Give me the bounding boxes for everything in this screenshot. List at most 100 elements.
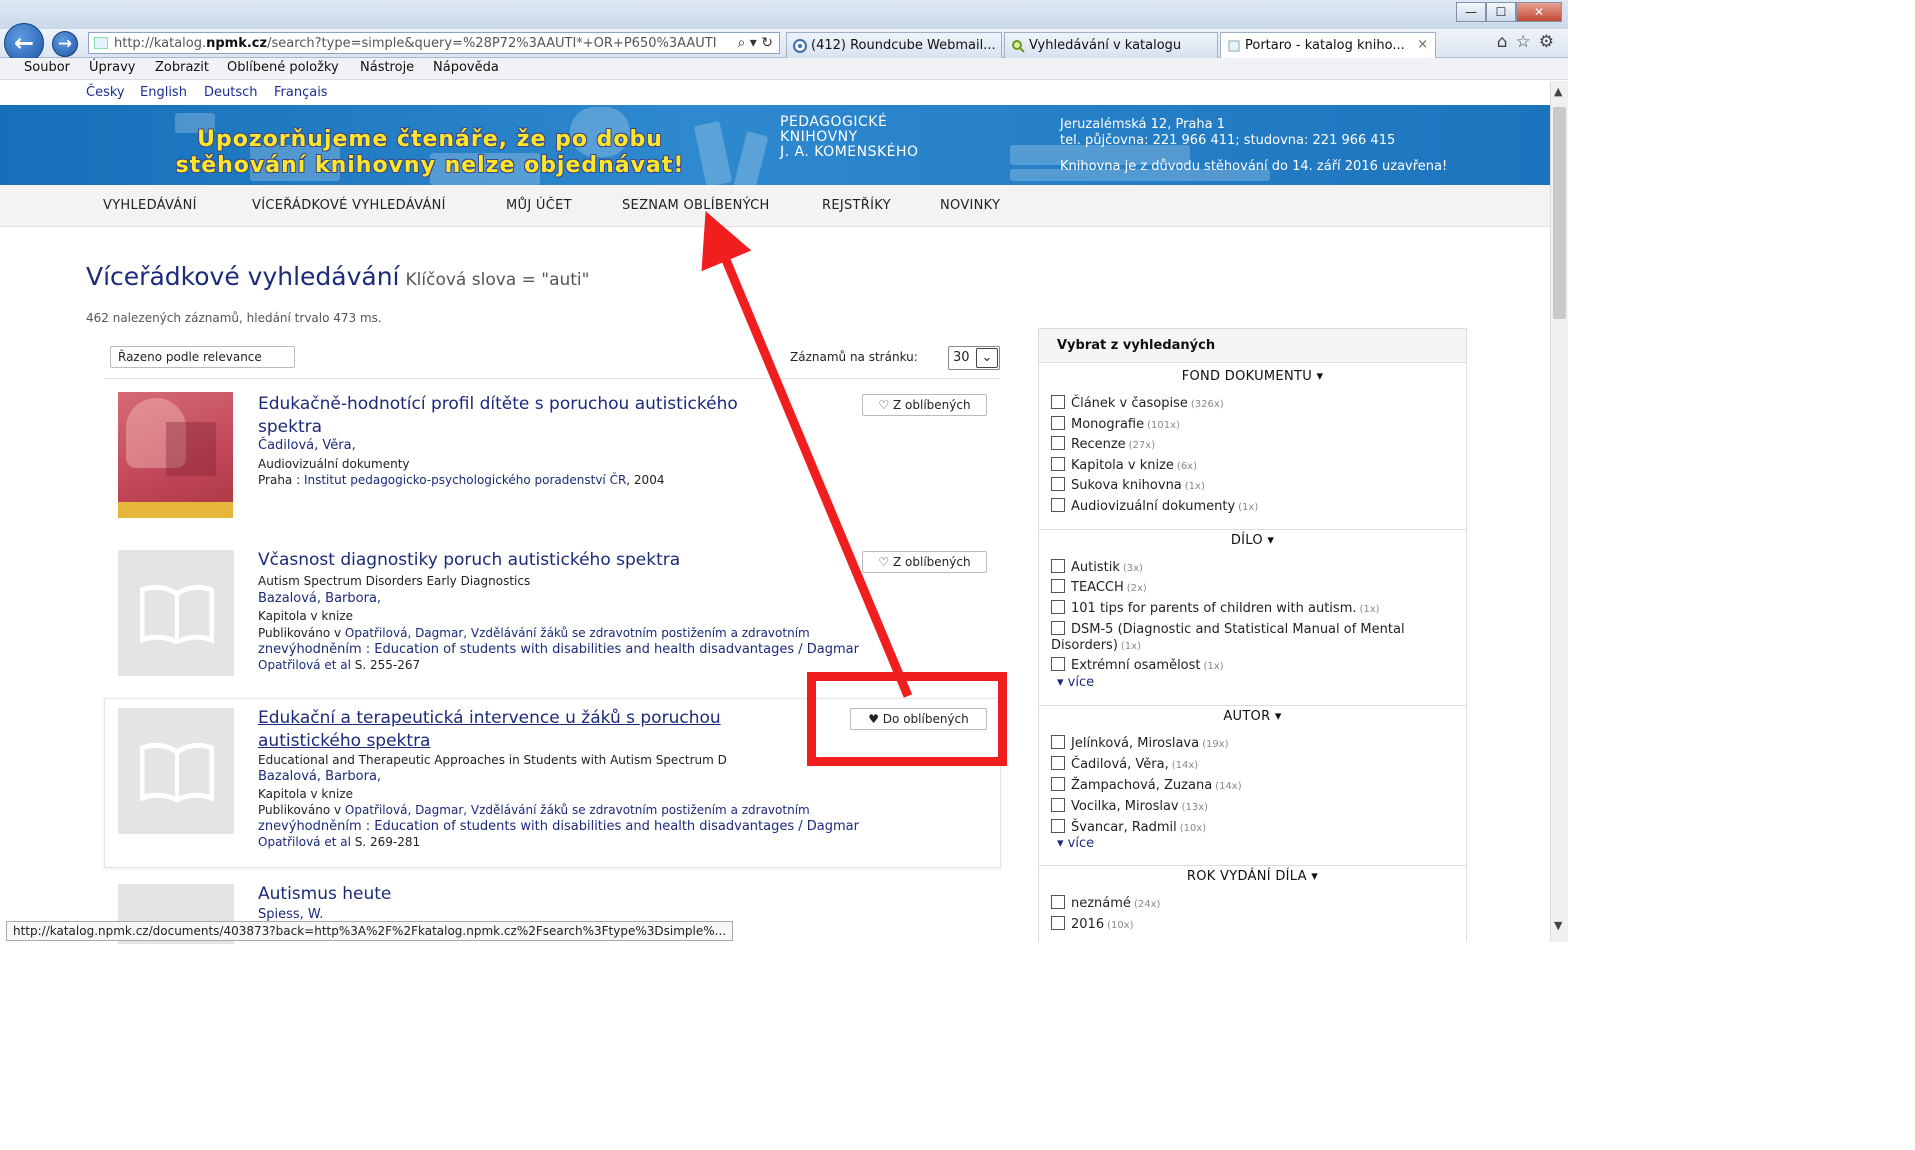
scroll-thumb[interactable] (1553, 107, 1566, 319)
menu-oblibene-polozky[interactable]: Oblíbené položky (227, 60, 339, 75)
filter-option[interactable]: Audiovizuální dokumenty (1x) (1051, 498, 1461, 516)
page-icon (94, 37, 108, 49)
filter-heading-autor[interactable]: AUTOR ▾ (1039, 709, 1466, 724)
filter-divider (1039, 865, 1466, 866)
filter-option[interactable]: Autistik (3x) (1051, 559, 1461, 577)
nav-novinky[interactable]: NOVINKY (940, 198, 1000, 213)
close-window-button[interactable]: ✕ (1516, 2, 1562, 22)
nav-viceradkove-vyhledavani[interactable]: VÍCEŘÁDKOVÉ VYHLEDÁVÁNÍ (252, 198, 446, 213)
record-title[interactable]: Autismus heute (258, 883, 848, 906)
menu-upravy[interactable]: Úpravy (89, 60, 135, 75)
forward-button[interactable]: → (52, 31, 78, 57)
home-favorites-settings-icons[interactable]: ⌂☆⚙ (1497, 32, 1562, 52)
lang-francais[interactable]: Français (274, 85, 328, 100)
address-controls[interactable]: ⌕ ▾ ↻ (733, 35, 773, 51)
book-placeholder-cover[interactable] (118, 708, 234, 834)
published-in-link[interactable]: Opatřilová et al (258, 658, 351, 672)
nav-muj-ucet[interactable]: MŮJ ÚČET (506, 198, 572, 213)
published-in-link[interactable]: Opatřilová, Dagmar, Vzdělávání žáků se z… (345, 626, 810, 640)
filter-heading-fond[interactable]: FOND DOKUMENTU ▾ (1039, 369, 1466, 384)
library-name-line: KNIHOVNY (780, 129, 858, 145)
filter-option[interactable]: Článek v časopise (326x) (1051, 395, 1461, 413)
checkbox[interactable] (1051, 395, 1065, 409)
lang-english[interactable]: English (140, 85, 187, 100)
maximize-button[interactable]: ☐ (1486, 2, 1516, 22)
lang-deutsch[interactable]: Deutsch (204, 85, 258, 100)
minimize-button[interactable]: — (1456, 2, 1486, 22)
menu-napoveda[interactable]: Nápověda (433, 60, 499, 75)
checkbox[interactable] (1051, 436, 1065, 450)
filter-option[interactable]: 101 tips for parents of children with au… (1051, 600, 1461, 618)
checkbox[interactable] (1051, 777, 1065, 791)
back-button[interactable]: ← (4, 23, 44, 63)
filter-option[interactable]: Kapitola v knize (6x) (1051, 457, 1461, 475)
tab-portaro[interactable]: Portaro - katalog kniho... × (1220, 32, 1436, 58)
menu-zobrazit[interactable]: Zobrazit (155, 60, 209, 75)
address-bar[interactable]: http://katalog. npmk.cz/search?type=simpl… (88, 32, 780, 54)
scroll-up-arrow[interactable]: ▲ (1554, 85, 1562, 98)
filter-option[interactable]: Čadilová, Věra, (14x) (1051, 756, 1461, 774)
book-cover-image[interactable] (118, 392, 233, 518)
filter-option[interactable]: Vocilka, Miroslav (13x) (1051, 798, 1461, 816)
nav-seznam-oblibenych[interactable]: SEZNAM OBLÍBENÝCH (622, 198, 770, 213)
filter-option[interactable]: Monografie (101x) (1051, 416, 1461, 434)
record-author[interactable]: Bazalová, Barbora, (258, 769, 381, 784)
filter-label: DSM-5 (Diagnostic and Statistical Manual… (1051, 622, 1405, 653)
lang-cesky[interactable]: Česky (86, 85, 125, 100)
checkbox[interactable] (1051, 819, 1065, 833)
filter-option[interactable]: DSM-5 (Diagnostic and Statistical Manual… (1051, 621, 1461, 655)
filter-option[interactable]: 2016 (10x) (1051, 916, 1461, 934)
show-more-link[interactable]: ▾ více (1057, 836, 1094, 851)
published-in-link[interactable]: znevýhodněním : Education of students wi… (258, 642, 859, 657)
checkbox[interactable] (1051, 916, 1065, 930)
record-author[interactable]: Bazalová, Barbora, (258, 591, 381, 606)
close-tab-icon[interactable]: × (1417, 37, 1428, 52)
checkbox[interactable] (1051, 416, 1065, 430)
filter-option[interactable]: Žampachová, Zuzana (14x) (1051, 777, 1461, 795)
show-more-link[interactable]: ▾ více (1057, 675, 1094, 690)
page-scrollbar[interactable]: ▲ ▼ (1550, 81, 1568, 942)
checkbox[interactable] (1051, 498, 1065, 512)
checkbox[interactable] (1051, 798, 1065, 812)
checkbox[interactable] (1051, 756, 1065, 770)
checkbox[interactable] (1051, 457, 1065, 471)
menu-nastroje[interactable]: Nástroje (360, 60, 414, 75)
filter-option[interactable]: Švancar, Radmil (10x) (1051, 819, 1461, 837)
checkbox[interactable] (1051, 735, 1065, 749)
checkbox[interactable] (1051, 621, 1065, 635)
record-publisher[interactable]: Institut pedagogicko-psychologického por… (304, 473, 626, 487)
filter-heading-dilo[interactable]: DÍLO ▾ (1039, 533, 1466, 548)
record-author[interactable]: Spiess, W. (258, 907, 323, 922)
filter-option[interactable]: neznámé (24x) (1051, 895, 1461, 913)
checkbox[interactable] (1051, 477, 1065, 491)
tab-vyhledavani[interactable]: Vyhledávání v katalogu (1004, 32, 1218, 58)
scroll-down-arrow[interactable]: ▼ (1554, 919, 1562, 932)
record-author[interactable]: Čadilová, Věra, (258, 438, 356, 453)
checkbox[interactable] (1051, 895, 1065, 909)
menu-soubor[interactable]: Soubor (24, 60, 70, 75)
filter-option[interactable]: Sukova knihovna (1x) (1051, 477, 1461, 495)
record-title[interactable]: Edukačně-hodnotící profil dítěte s poruc… (258, 393, 848, 439)
filter-option[interactable]: TEACCH (2x) (1051, 579, 1461, 597)
checkbox[interactable] (1051, 579, 1065, 593)
nav-rejstriky[interactable]: REJSTŘÍKY (822, 198, 891, 213)
nav-vyhledavani[interactable]: VYHLEDÁVÁNÍ (103, 198, 197, 213)
published-in-link[interactable]: Opatřilová, Dagmar, Vzdělávání žáků se z… (345, 803, 810, 817)
filter-heading-rok[interactable]: ROK VYDÁNÍ DÍLA ▾ (1039, 869, 1466, 884)
per-page-select[interactable]: 30 ⌄ (948, 346, 1000, 370)
record-title[interactable]: Včasnost diagnostiky poruch autistického… (258, 549, 848, 572)
filter-option[interactable]: Recenze (27x) (1051, 436, 1461, 454)
sort-button[interactable]: Řazeno podle relevance (110, 346, 295, 368)
checkbox[interactable] (1051, 559, 1065, 573)
tab-roundcube[interactable]: (412) Roundcube Webmail... (786, 32, 1002, 58)
filter-option[interactable]: Extrémní osamělost (1x) (1051, 657, 1461, 675)
checkbox[interactable] (1051, 657, 1065, 671)
book-placeholder-cover[interactable] (118, 550, 234, 676)
remove-from-favorites-button[interactable]: ♡ Z oblíbených (862, 394, 987, 416)
checkbox[interactable] (1051, 600, 1065, 614)
published-in-link[interactable]: znevýhodněním : Education of students wi… (258, 819, 859, 834)
record-title[interactable]: Edukační a terapeutická intervence u žák… (258, 707, 848, 753)
filter-option[interactable]: Jelínková, Miroslava (19x) (1051, 735, 1461, 753)
remove-from-favorites-button[interactable]: ♡ Z oblíbených (862, 551, 987, 573)
published-in-link[interactable]: Opatřilová et al (258, 835, 351, 849)
